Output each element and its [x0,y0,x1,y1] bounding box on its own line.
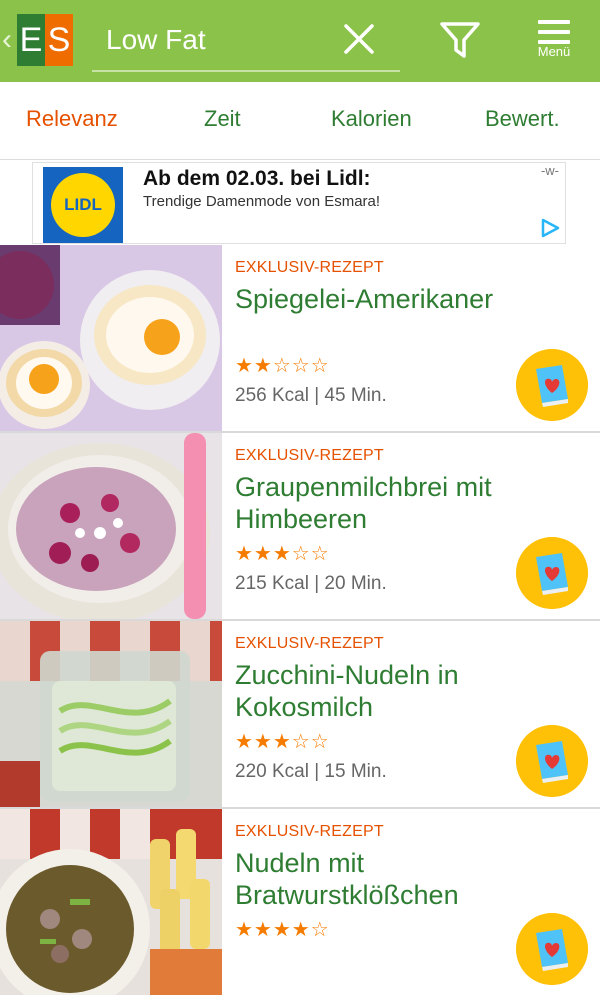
recipe-image [0,621,222,807]
lidl-logo-text: LIDL [64,195,102,214]
ad-subtitle: Trendige Damenmode von Esmara! [143,193,381,210]
recipe-label: EXKLUSIV-REZEPT [235,259,384,276]
rating-stars: ★★☆☆☆ [235,355,330,377]
recipe-title[interactable]: Spiegelei-Amerikaner [235,283,535,315]
lidl-logo: LIDL [43,167,123,243]
rating-stars: ★★★☆☆ [235,543,330,565]
recipe-label: EXKLUSIV-REZEPT [235,635,384,652]
tab-bewertung[interactable]: Bewert. [485,106,560,132]
cookbook-heart-icon[interactable] [516,913,588,985]
tab-relevanz[interactable]: Relevanz [26,106,118,132]
recipe-title[interactable]: Nudeln mit Bratwurstklößchen [235,847,535,911]
search-box [92,10,400,72]
recipe-image [0,245,222,431]
recipe-list-item[interactable]: EXKLUSIV-REZEPT Graupenmilchbrei mit Him… [0,433,600,621]
recipe-list-item[interactable]: EXKLUSIV-REZEPT Spiegelei-Amerikaner ★★☆… [0,245,600,433]
rating-stars: ★★★★☆ [235,919,330,941]
recipe-meta: 256 Kcal | 45 Min. [235,385,387,406]
recipe-meta: 215 Kcal | 20 Min. [235,573,387,594]
sort-tabs: Relevanz Zeit Kalorien Bewert. [0,82,600,160]
ad-title: Ab dem 02.03. bei Lidl: [143,167,371,190]
recipe-title[interactable]: Zucchini-Nudeln in Kokosmilch [235,659,535,723]
ad-banner[interactable]: LIDL Ab dem 02.03. bei Lidl: Trendige Da… [32,162,566,244]
cookbook-heart-icon[interactable] [516,349,588,421]
tab-kalorien[interactable]: Kalorien [331,106,412,132]
filter-icon[interactable] [438,18,482,62]
logo-letter-s: S [45,14,73,66]
recipe-title[interactable]: Graupenmilchbrei mit Himbeeren [235,471,535,535]
rating-stars: ★★★☆☆ [235,731,330,753]
ad-choices-icon[interactable] [539,217,561,239]
hamburger-icon [538,20,570,44]
recipe-label: EXKLUSIV-REZEPT [235,447,384,464]
menu-label: Menü [537,44,571,59]
menu-button[interactable]: Menü [530,18,578,68]
top-bar: ‹ E S Menü [0,0,600,82]
app-logo[interactable]: E S [17,14,73,66]
cookbook-heart-icon[interactable] [516,725,588,797]
back-chevron-icon[interactable]: ‹ [2,20,12,60]
tab-zeit[interactable]: Zeit [204,106,241,132]
search-input[interactable] [106,22,326,58]
recipe-list-item[interactable]: EXKLUSIV-REZEPT Zucchini-Nudeln in Kokos… [0,621,600,809]
recipe-image [0,809,222,995]
cookbook-heart-icon[interactable] [516,537,588,609]
ad-tag: -w- [540,163,559,178]
recipe-image [0,433,222,619]
recipe-meta: 220 Kcal | 15 Min. [235,761,387,782]
recipe-label: EXKLUSIV-REZEPT [235,823,384,840]
logo-letter-e: E [17,14,45,66]
recipe-list-item[interactable]: EXKLUSIV-REZEPT Nudeln mit Bratwurstklöß… [0,809,600,997]
clear-icon[interactable] [340,20,378,58]
